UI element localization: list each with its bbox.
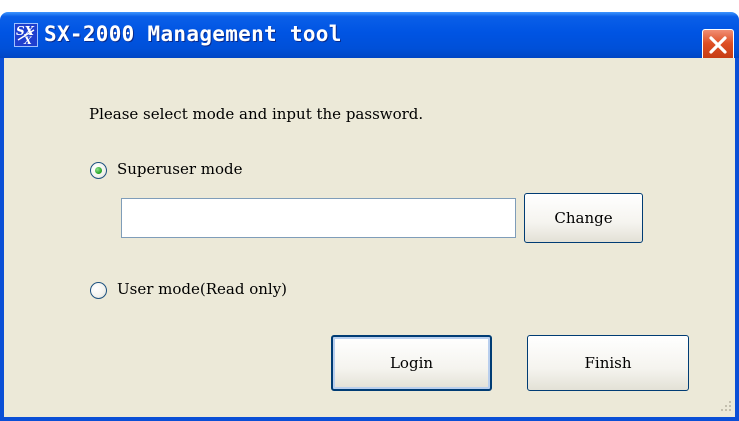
user-mode-radio[interactable] <box>90 282 107 299</box>
superuser-mode-radio[interactable] <box>90 162 107 179</box>
instruction-text: Please select mode and input the passwor… <box>89 105 424 123</box>
radio-selected-dot <box>95 167 102 174</box>
resize-grip-icon[interactable] <box>718 398 732 412</box>
close-button[interactable] <box>702 29 734 61</box>
finish-button[interactable]: Finish <box>527 335 689 391</box>
svg-text:X: X <box>23 36 33 46</box>
change-button[interactable]: Change <box>524 193 643 243</box>
login-button[interactable]: Login <box>331 335 492 391</box>
management-tool-window: SX X SX-2000 Management tool Please sele… <box>0 0 739 421</box>
window-frame-bottom <box>0 417 739 421</box>
password-input[interactable] <box>121 198 516 238</box>
window-frame-right <box>735 58 739 421</box>
superuser-mode-label[interactable]: Superuser mode <box>117 160 243 178</box>
close-icon <box>709 36 727 54</box>
title-bar[interactable]: SX X SX-2000 Management tool <box>0 12 739 61</box>
sx-app-icon: SX X <box>14 23 38 47</box>
dialog-client-area: Please select mode and input the passwor… <box>4 58 735 417</box>
user-mode-label[interactable]: User mode(Read only) <box>117 280 287 298</box>
window-title: SX-2000 Management tool <box>44 22 342 46</box>
